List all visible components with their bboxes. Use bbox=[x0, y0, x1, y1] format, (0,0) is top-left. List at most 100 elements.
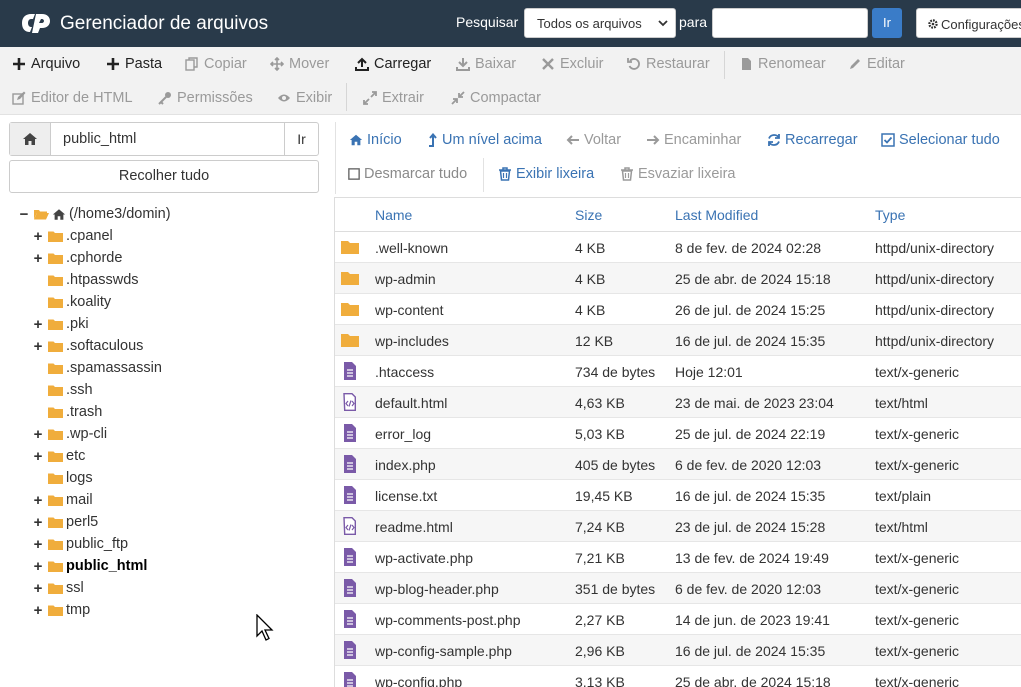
tree-item[interactable]: + perl5 bbox=[32, 512, 99, 532]
table-row[interactable]: wp-blog-header.php 351 de bytes 6 de fev. … bbox=[335, 573, 1021, 604]
deselect-all-button[interactable]: Desmarcar tudo bbox=[348, 164, 467, 184]
table-row[interactable]: default.html 4,63 KB 23 de mai. de 2023 23… bbox=[335, 387, 1021, 418]
upload-button[interactable]: Carregar bbox=[355, 53, 431, 75]
expand-plus-icon[interactable]: + bbox=[32, 250, 44, 267]
file-name[interactable]: license.txt bbox=[375, 488, 437, 504]
file-size: 4 KB bbox=[575, 271, 606, 287]
view-button[interactable]: Exibir bbox=[277, 87, 332, 109]
table-row[interactable]: wp-config-sample.php 2,96 KB 16 de jul. de… bbox=[335, 635, 1021, 666]
search-scope-select[interactable]: Todos os arquivos bbox=[524, 8, 676, 38]
home-nav-button[interactable]: Início bbox=[349, 130, 402, 150]
compress-button[interactable]: Compactar bbox=[451, 87, 541, 109]
file-name[interactable]: index.php bbox=[375, 457, 436, 473]
back-button[interactable]: Voltar bbox=[566, 130, 621, 150]
copy-button[interactable]: Copiar bbox=[185, 53, 247, 75]
table-row[interactable]: index.php 405 de bytes 6 de fev. de 2020 1… bbox=[335, 449, 1021, 480]
file-name[interactable]: .well-known bbox=[375, 240, 448, 256]
collapse-all-button[interactable]: Recolher tudo bbox=[9, 160, 319, 193]
collapse-minus-icon[interactable]: − bbox=[18, 206, 30, 223]
table-row[interactable]: wp-config.php 3,13 KB 25 de abr. de 2024 1… bbox=[335, 666, 1021, 687]
edit-button[interactable]: Editar bbox=[848, 53, 905, 75]
restore-button[interactable]: Restaurar bbox=[627, 53, 710, 75]
home-button[interactable] bbox=[10, 123, 51, 155]
tree-item[interactable]: + .pki bbox=[32, 314, 89, 334]
expand-plus-icon[interactable]: + bbox=[32, 316, 44, 333]
tree-item[interactable]: + .cpanel bbox=[32, 226, 113, 246]
tree-item[interactable]: .ssh bbox=[32, 380, 93, 400]
tree-item[interactable]: + .cphorde bbox=[32, 248, 123, 268]
expand-plus-icon[interactable]: + bbox=[32, 558, 44, 575]
table-row[interactable]: wp-comments-post.php 2,27 KB 14 de jun. de… bbox=[335, 604, 1021, 635]
table-row[interactable]: error_log 5,03 KB 25 de jul. de 2024 22:19… bbox=[335, 418, 1021, 449]
expand-plus-icon[interactable]: + bbox=[32, 536, 44, 553]
table-row[interactable]: wp-content 4 KB 26 de jul. de 2024 15:25 ht… bbox=[335, 294, 1021, 325]
table-row[interactable]: wp-admin 4 KB 25 de abr. de 2024 15:18 http… bbox=[335, 263, 1021, 294]
search-input[interactable] bbox=[712, 8, 868, 38]
file-name[interactable]: wp-content bbox=[375, 302, 443, 318]
column-header-modified[interactable]: Last Modified bbox=[675, 207, 758, 223]
file-name[interactable]: readme.html bbox=[375, 519, 453, 535]
column-header-name[interactable]: Name bbox=[375, 207, 412, 223]
file-name[interactable]: wp-blog-header.php bbox=[375, 581, 499, 597]
up-one-level-button[interactable]: Um nível acima bbox=[428, 130, 542, 150]
expand-plus-icon[interactable]: + bbox=[32, 338, 44, 355]
table-row[interactable]: readme.html 7,24 KB 23 de jul. de 2024 15:… bbox=[335, 511, 1021, 542]
new-file-button[interactable]: Arquivo bbox=[12, 53, 80, 75]
file-name[interactable]: wp-activate.php bbox=[375, 550, 473, 566]
tree-item[interactable]: .koality bbox=[32, 292, 111, 312]
column-header-type[interactable]: Type bbox=[875, 207, 905, 223]
tree-item[interactable]: + mail bbox=[32, 490, 93, 510]
tree-item[interactable]: .trash bbox=[32, 402, 102, 422]
reload-button[interactable]: Recarregar bbox=[767, 130, 858, 150]
tree-item[interactable]: logs bbox=[32, 468, 93, 488]
expand-plus-icon[interactable]: + bbox=[32, 228, 44, 245]
delete-button[interactable]: Excluir bbox=[541, 53, 604, 75]
search-go-button[interactable]: Ir bbox=[872, 8, 902, 38]
settings-button[interactable]: Configurações bbox=[916, 8, 1021, 38]
column-header-size[interactable]: Size bbox=[575, 207, 602, 223]
compress-icon bbox=[451, 91, 465, 105]
forward-button[interactable]: Encaminhar bbox=[646, 130, 741, 150]
tree-item[interactable]: + public_html bbox=[32, 556, 148, 576]
table-row[interactable]: .htaccess 734 de bytes Hoje 12:01 text/x-ge… bbox=[335, 356, 1021, 387]
tree-item[interactable]: + tmp bbox=[32, 600, 91, 620]
table-row[interactable]: wp-includes 12 KB 16 de jul. de 2024 15:35… bbox=[335, 325, 1021, 356]
expand-plus-icon[interactable]: + bbox=[32, 448, 44, 465]
tree-root[interactable]: − (/home3/domin) bbox=[18, 204, 171, 224]
path-input[interactable]: public_html bbox=[63, 131, 136, 147]
select-all-button[interactable]: Selecionar tudo bbox=[881, 130, 1000, 150]
tree-item[interactable]: + public_ftp bbox=[32, 534, 128, 554]
move-button[interactable]: Mover bbox=[270, 53, 329, 75]
file-name[interactable]: wp-config.php bbox=[375, 674, 462, 687]
file-name[interactable]: wp-config-sample.php bbox=[375, 643, 512, 659]
empty-trash-button[interactable]: Esvaziar lixeira bbox=[620, 164, 736, 184]
new-folder-button[interactable]: Pasta bbox=[106, 53, 162, 75]
file-name[interactable]: default.html bbox=[375, 395, 447, 411]
tree-item[interactable]: .htpasswds bbox=[32, 270, 139, 290]
tree-item[interactable]: .spamassassin bbox=[32, 358, 162, 378]
file-name[interactable]: .htaccess bbox=[375, 364, 434, 380]
table-row[interactable]: wp-activate.php 7,21 KB 13 de fev. de 2024… bbox=[335, 542, 1021, 573]
path-go-button[interactable]: Ir bbox=[284, 123, 318, 155]
download-button[interactable]: Baixar bbox=[456, 53, 516, 75]
tree-item[interactable]: + .wp-cli bbox=[32, 424, 107, 444]
file-name[interactable]: wp-comments-post.php bbox=[375, 612, 521, 628]
file-name[interactable]: wp-admin bbox=[375, 271, 436, 287]
file-name[interactable]: error_log bbox=[375, 426, 431, 442]
expand-plus-icon[interactable]: + bbox=[32, 426, 44, 443]
tree-item[interactable]: + .softaculous bbox=[32, 336, 144, 356]
table-row[interactable]: license.txt 19,45 KB 16 de jul. de 2024 15… bbox=[335, 480, 1021, 511]
permissions-button[interactable]: Permissões bbox=[158, 87, 253, 109]
view-trash-button[interactable]: Exibir lixeira bbox=[498, 164, 594, 184]
expand-plus-icon[interactable]: + bbox=[32, 602, 44, 619]
expand-plus-icon[interactable]: + bbox=[32, 514, 44, 531]
file-name[interactable]: wp-includes bbox=[375, 333, 449, 349]
rename-button[interactable]: Renomear bbox=[739, 53, 826, 75]
table-row[interactable]: .well-known 4 KB 8 de fev. de 2024 02:28 ht… bbox=[335, 232, 1021, 263]
tree-item[interactable]: + ssl bbox=[32, 578, 84, 598]
expand-plus-icon[interactable]: + bbox=[32, 580, 44, 597]
expand-plus-icon[interactable]: + bbox=[32, 492, 44, 509]
tree-item[interactable]: + etc bbox=[32, 446, 86, 466]
html-editor-button[interactable]: Editor de HTML bbox=[12, 87, 133, 109]
extract-button[interactable]: Extrair bbox=[363, 87, 424, 109]
